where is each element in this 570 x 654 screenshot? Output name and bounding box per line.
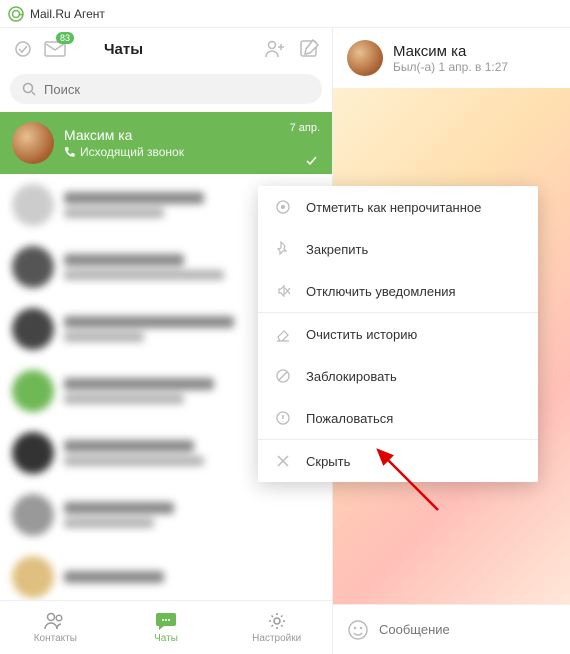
- chat-item-blurred[interactable]: [0, 546, 332, 600]
- menu-label: Пожаловаться: [306, 411, 393, 426]
- chat-date: 7 апр.: [290, 122, 320, 134]
- avatar: [12, 556, 54, 598]
- menu-mute[interactable]: Отключить уведомления: [258, 270, 538, 312]
- chat-item-selected[interactable]: Максим ка Исходящий звонок 7 апр.: [0, 112, 332, 174]
- menu-clear-history[interactable]: Очистить историю: [258, 313, 538, 355]
- tab-settings[interactable]: Настройки: [221, 601, 332, 654]
- avatar: [12, 494, 54, 536]
- check-icon: [306, 156, 320, 166]
- status-icon[interactable]: [12, 38, 34, 60]
- avatar[interactable]: [347, 40, 383, 76]
- add-contact-icon[interactable]: [264, 38, 286, 60]
- star-icon: [274, 198, 292, 216]
- chat-name: Максим ка: [64, 127, 320, 143]
- conversation-header: Максим ка Был(-а) 1 апр. в 1:27: [333, 28, 570, 88]
- menu-label: Заблокировать: [306, 369, 397, 384]
- left-header: 83 Чаты: [0, 28, 332, 68]
- app-logo-icon: [8, 6, 24, 22]
- tab-contacts[interactable]: Контакты: [0, 601, 111, 654]
- menu-label: Отметить как непрочитанное: [306, 200, 481, 215]
- avatar: [12, 246, 54, 288]
- menu-label: Закрепить: [306, 242, 368, 257]
- menu-report[interactable]: Пожаловаться: [258, 397, 538, 439]
- chats-icon: [155, 611, 177, 631]
- message-input-bar: [333, 604, 570, 654]
- avatar: [12, 122, 54, 164]
- search-icon: [22, 82, 36, 96]
- phone-icon: [64, 146, 76, 158]
- tab-label: Чаты: [154, 633, 178, 644]
- unread-badge: 83: [56, 32, 74, 44]
- mute-icon: [274, 282, 292, 300]
- eraser-icon: [274, 325, 292, 343]
- bottom-tabs: Контакты Чаты Настройки: [0, 600, 332, 654]
- search-input[interactable]: [44, 82, 310, 97]
- menu-block[interactable]: Заблокировать: [258, 355, 538, 397]
- chat-item-blurred[interactable]: [0, 484, 332, 546]
- conversation-status: Был(-а) 1 апр. в 1:27: [393, 60, 508, 74]
- panel-title: Чаты: [104, 41, 143, 58]
- chat-subtitle: Исходящий звонок: [64, 145, 320, 159]
- compose-icon[interactable]: [298, 38, 320, 60]
- tab-label: Контакты: [34, 633, 77, 644]
- contacts-icon: [43, 611, 67, 631]
- avatar: [12, 370, 54, 412]
- pin-icon: [274, 240, 292, 258]
- tab-label: Настройки: [252, 633, 301, 644]
- menu-label: Очистить историю: [306, 327, 417, 342]
- avatar: [12, 432, 54, 474]
- message-input[interactable]: [379, 622, 556, 637]
- avatar: [12, 184, 54, 226]
- close-icon: [274, 452, 292, 470]
- report-icon: [274, 409, 292, 427]
- emoji-icon[interactable]: [347, 619, 369, 641]
- menu-mark-unread[interactable]: Отметить как непрочитанное: [258, 186, 538, 228]
- search-box[interactable]: [10, 74, 322, 104]
- block-icon: [274, 367, 292, 385]
- settings-icon: [267, 611, 287, 631]
- titlebar: Mail.Ru Агент: [0, 0, 570, 28]
- menu-label: Отключить уведомления: [306, 284, 456, 299]
- menu-label: Скрыть: [306, 454, 350, 469]
- context-menu: Отметить как непрочитанное Закрепить Отк…: [258, 186, 538, 482]
- conversation-name: Максим ка: [393, 43, 508, 60]
- menu-hide[interactable]: Скрыть: [258, 440, 538, 482]
- tab-chats[interactable]: Чаты: [111, 601, 222, 654]
- menu-pin[interactable]: Закрепить: [258, 228, 538, 270]
- avatar: [12, 308, 54, 350]
- mail-icon[interactable]: 83: [44, 38, 66, 60]
- app-title: Mail.Ru Агент: [30, 7, 105, 21]
